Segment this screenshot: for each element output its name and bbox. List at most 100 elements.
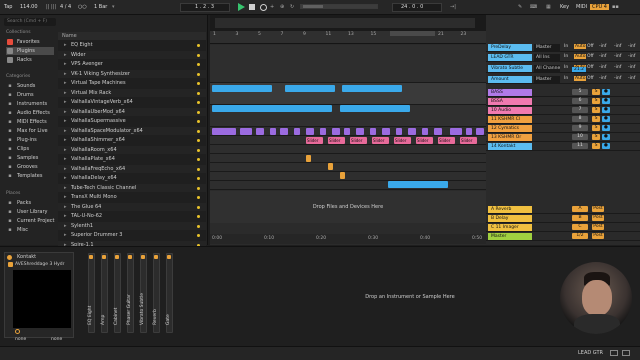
track-name[interactable]: 14 Kontakt	[488, 143, 532, 150]
overview-scroll[interactable]	[300, 4, 378, 9]
volume-value[interactable]: -inf	[628, 54, 635, 59]
category-item[interactable]: ▪ Samples	[6, 154, 54, 162]
file-row[interactable]: ▸ Sylenth1	[58, 221, 206, 231]
name-column-header[interactable]: Name	[58, 32, 206, 40]
slider-clip[interactable]: Slider	[394, 137, 411, 144]
track-solo-button[interactable]: S	[592, 98, 600, 104]
expand-arrow-icon[interactable]: ▸	[64, 193, 68, 202]
collection-item[interactable]: Racks	[6, 56, 54, 64]
return-track-header[interactable]: C 11 Imager C Post	[486, 223, 640, 232]
slider-clip[interactable]: Slider	[416, 137, 433, 144]
drop-zone[interactable]: Drop Files and Devices Here	[210, 191, 486, 223]
track-solo-button[interactable]: S	[592, 143, 600, 149]
category-item[interactable]: ▪ Grooves	[6, 163, 54, 171]
track-header[interactable]: 13 KSHMR Or 10 S ●	[486, 133, 640, 142]
favorite-dot-icon[interactable]	[197, 82, 200, 85]
place-item[interactable]: ▪ Packs	[6, 199, 54, 207]
nudge-buttons[interactable]: || |||	[46, 4, 56, 10]
monitor-in-button[interactable]: In	[564, 76, 568, 81]
return-track-number[interactable]: C	[572, 224, 588, 230]
slider-clip[interactable]: Slider	[306, 137, 323, 144]
file-row[interactable]: ▸ ValhallaFreqEcho_x64	[58, 164, 206, 174]
return-track-name[interactable]: C 11 Imager	[488, 224, 532, 231]
send-b-value[interactable]: -inf	[614, 65, 621, 70]
file-row[interactable]: ▸ EQ Eight	[58, 41, 206, 50]
return-track-name[interactable]: B Delay	[488, 215, 532, 222]
midi-clip[interactable]	[240, 128, 252, 135]
stop-icon[interactable]	[249, 4, 255, 10]
bpm-field[interactable]: 114.00	[20, 4, 38, 10]
loop-length[interactable]: 24 . 0 . 0	[392, 3, 442, 12]
favorite-dot-icon[interactable]	[197, 63, 200, 66]
file-row[interactable]: ▸ Wider	[58, 50, 206, 59]
slider-clip[interactable]: Slider	[438, 137, 455, 144]
track-name[interactable]: PreDelay	[488, 44, 532, 51]
view-toggle-icon[interactable]	[610, 350, 618, 356]
expand-arrow-icon[interactable]: ▸	[64, 222, 68, 231]
arrangement-position[interactable]: 1 . 2 . 3	[180, 3, 230, 12]
loop-icon[interactable]: ↻	[290, 4, 294, 10]
draw-mode-icon[interactable]: ✎	[518, 4, 522, 10]
file-row[interactable]: ▸ ValhallaSpaceModulator_x64	[58, 126, 206, 135]
midi-clip[interactable]	[212, 128, 236, 135]
favorite-dot-icon[interactable]	[197, 129, 200, 133]
monitor-off-button[interactable]: Off	[587, 54, 594, 59]
favorite-dot-icon[interactable]	[197, 205, 200, 209]
key-map-button[interactable]: Key	[560, 4, 569, 10]
expand-arrow-icon[interactable]: ▸	[64, 41, 68, 50]
send-a-value[interactable]: -inf	[599, 54, 606, 59]
midi-clip[interactable]	[466, 128, 472, 135]
track-solo-button[interactable]: S	[592, 107, 600, 113]
file-row[interactable]: ▸ TransX Multi Mono	[58, 193, 206, 202]
return-track-header[interactable]: Master 1/2 Post	[486, 232, 640, 241]
track-arm-button[interactable]: ●	[602, 107, 610, 113]
monitor-in-button[interactable]: In	[564, 54, 568, 59]
category-item[interactable]: ▪ MIDI Effects	[6, 118, 54, 126]
plugin-window[interactable]	[13, 270, 71, 328]
automation-arm-icon[interactable]: ⊕	[280, 4, 284, 10]
track-solo-button[interactable]: S	[592, 134, 600, 140]
return-track-name[interactable]: Master	[488, 233, 532, 240]
monitor-off-button[interactable]: Off	[587, 76, 594, 81]
chevron-down-icon[interactable]: ▾	[112, 4, 115, 10]
track-volume[interactable]: 10	[572, 134, 588, 140]
favorite-dot-icon[interactable]	[197, 196, 200, 199]
expand-arrow-icon[interactable]: ▸	[64, 70, 68, 79]
arrangement-track[interactable]	[210, 172, 486, 181]
browser-search-input[interactable]: Search (Cmd + F)	[4, 18, 56, 26]
track-volume[interactable]: 5	[572, 89, 588, 95]
return-track-number[interactable]: B	[572, 215, 588, 221]
monitor-in-button[interactable]: In	[564, 65, 568, 70]
track-arm-button[interactable]: ●	[602, 125, 610, 131]
expand-arrow-icon[interactable]: ▸	[64, 60, 68, 69]
favorite-dot-icon[interactable]	[197, 120, 200, 123]
arrangement-track[interactable]	[210, 154, 486, 163]
favorite-dot-icon[interactable]	[197, 44, 200, 47]
expand-arrow-icon[interactable]: ▸	[64, 117, 68, 126]
midi-clip[interactable]	[306, 128, 314, 135]
expand-arrow-icon[interactable]: ▸	[64, 165, 68, 174]
return-track-header[interactable]: B Delay B Post	[486, 214, 640, 223]
expand-arrow-icon[interactable]: ▸	[64, 108, 68, 117]
play-icon[interactable]	[238, 3, 245, 11]
volume-value[interactable]: -inf	[628, 65, 635, 70]
file-row[interactable]: ▸ ValhallaVintageVerb_x64	[58, 98, 206, 107]
favorite-dot-icon[interactable]	[197, 91, 200, 95]
loop-brace[interactable]	[390, 31, 435, 36]
file-row[interactable]: ▸ ValhallaPlate_x64	[58, 155, 206, 164]
midi-clip[interactable]	[408, 128, 416, 135]
track-name[interactable]: Amount	[488, 76, 532, 83]
monitor-auto-button[interactable]: Auto	[574, 54, 587, 59]
favorite-dot-icon[interactable]	[197, 110, 200, 114]
file-row[interactable]: ▸ Virtual Mix Rack	[58, 88, 206, 97]
quantize-select[interactable]: 1 Bar	[94, 4, 107, 10]
expand-arrow-icon[interactable]: ▸	[64, 174, 68, 183]
track-header[interactable]: Vibrato SubtleAll ChannelsInAutoOff-inf-…	[486, 64, 640, 73]
place-item[interactable]: ▪ Misc	[6, 226, 54, 234]
collection-item[interactable]: Favorites	[6, 38, 54, 46]
midi-clip[interactable]	[356, 128, 364, 135]
expand-arrow-icon[interactable]: ▸	[64, 184, 68, 193]
favorite-dot-icon[interactable]	[197, 158, 200, 161]
track-name[interactable]: LEAD GTR	[488, 54, 532, 61]
volume-value[interactable]: -inf	[628, 76, 635, 81]
